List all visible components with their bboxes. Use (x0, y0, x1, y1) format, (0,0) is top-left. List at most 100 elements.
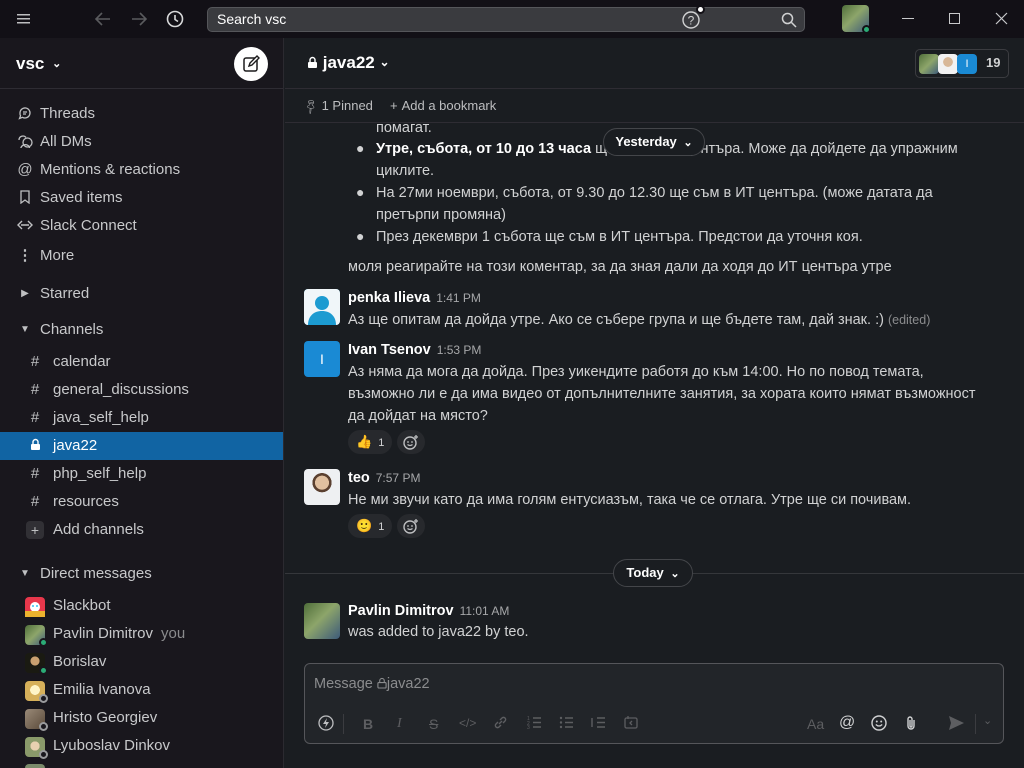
channel-title: java22 (322, 53, 375, 72)
notification-dot (696, 5, 705, 14)
away-status-dot (39, 694, 48, 703)
bookmarks-bar: 📌︎ 1 Pinned + Add a bookmark (285, 89, 1024, 123)
mention-icon[interactable]: @ (839, 714, 855, 732)
sidebar-item-resources[interactable]: # resources (0, 488, 283, 516)
avatar[interactable]: I (304, 341, 340, 377)
workspace-switcher[interactable]: vsc ⌄ (16, 54, 61, 74)
back-arrow-icon[interactable] (94, 9, 112, 34)
message-author[interactable]: penka Ilieva 1:41 PM (348, 290, 481, 306)
sidebar-item-slack-connect[interactable]: Slack Connect (0, 212, 283, 240)
message-author[interactable]: Ivan Tsenov 1:53 PM (348, 342, 481, 358)
message-author[interactable]: Pavlin Dimitrov 11:01 AM (348, 603, 509, 619)
members-button[interactable]: I 19 (915, 49, 1009, 78)
send-icon[interactable] (948, 715, 965, 734)
sidebar-item-more[interactable]: ⋮ More (0, 242, 283, 270)
dm-item-pavlin-dimitrov[interactable]: Pavlin Dimitrov you (0, 620, 283, 648)
bold-icon[interactable]: B (363, 716, 373, 732)
chevron-down-icon: ⌄ (670, 568, 680, 580)
code-block-icon[interactable] (623, 715, 639, 733)
more-icon: ⋮ (17, 247, 33, 264)
minimize-window-icon[interactable] (902, 18, 914, 19)
strikethrough-icon[interactable]: S (429, 716, 438, 732)
message-timestamp[interactable]: 1:41 PM (436, 291, 481, 305)
dm-item-hristo-georgiev[interactable]: Hristo Georgiev (0, 704, 283, 732)
message-author[interactable]: teo 7:57 PM (348, 470, 420, 486)
emoji-icon[interactable] (871, 715, 887, 734)
user-avatar[interactable] (842, 5, 871, 34)
message-input[interactable]: Message java22 (314, 676, 430, 692)
today-date-pill[interactable]: Today ⌄ (613, 559, 693, 587)
avatar[interactable] (304, 469, 340, 505)
yesterday-date-pill[interactable]: Yesterday ⌄ (603, 128, 705, 156)
forward-arrow-icon[interactable] (130, 9, 148, 34)
channels-section-toggle[interactable]: ▼ Channels (0, 316, 283, 344)
caret-down-icon: ▼ (20, 324, 30, 335)
sidebar-item-php-self-help[interactable]: # php_self_help (0, 460, 283, 488)
sidebar-item-general-discussions[interactable]: # general_discussions (0, 376, 283, 404)
sidebar-item-java22[interactable]: java22 (0, 432, 283, 460)
search-icon[interactable] (781, 12, 797, 35)
hash-icon: # (30, 465, 40, 482)
reaction-emoji: 🙂 (356, 518, 373, 533)
add-channels-button[interactable]: + Add channels (0, 516, 283, 544)
placeholder-channel: java22 (386, 676, 430, 692)
message-timestamp[interactable]: 11:01 AM (460, 604, 510, 618)
sidebar-item-java-self-help[interactable]: # java_self_help (0, 404, 283, 432)
bulleted-list-icon[interactable] (559, 715, 574, 733)
message-text: Аз ще опитам да дойда утре. Ако се събер… (348, 309, 1008, 331)
away-status-dot (39, 722, 48, 731)
starred-section-toggle[interactable]: ▶ Starred (0, 280, 283, 308)
date-label: Today (626, 565, 664, 580)
close-window-icon[interactable] (995, 12, 1008, 30)
attachment-icon[interactable] (904, 715, 918, 734)
add-reaction-button[interactable] (397, 514, 425, 538)
history-clock-icon[interactable] (166, 9, 184, 34)
sidebar-item-threads[interactable]: Threads (0, 100, 283, 128)
message-timestamp[interactable]: 7:57 PM (376, 471, 421, 485)
author-name: penka Ilieva (348, 290, 431, 306)
message-composer[interactable]: Message java22 B I S </> 123 Aa @ ⌄ (304, 663, 1004, 744)
pinned-button[interactable]: 📌︎ 1 Pinned (302, 98, 373, 116)
dm-item-lyuboslav-dinkov[interactable]: Lyuboslav Dinkov (0, 732, 283, 760)
toolbar-divider (343, 714, 344, 734)
message-timestamp[interactable]: 1:53 PM (437, 343, 482, 357)
shortcuts-icon[interactable] (318, 715, 334, 734)
send-options-chevron-icon[interactable]: ⌄ (983, 714, 992, 727)
ordered-list-icon[interactable]: 123 (527, 715, 542, 733)
avatar[interactable] (304, 603, 340, 639)
dm-name: Slackbot (53, 597, 111, 614)
hash-icon: # (30, 493, 40, 510)
avatar[interactable] (304, 289, 340, 325)
maximize-window-icon[interactable] (949, 13, 960, 24)
sidebar-item-mentions[interactable]: @ Mentions & reactions (0, 156, 283, 184)
dm-section-toggle[interactable]: ▼ Direct messages (0, 560, 283, 588)
dm-item-slackbot[interactable]: Slackbot (0, 592, 283, 620)
dm-item-borislav[interactable]: Borislav (0, 648, 283, 676)
sidebar-item-saved[interactable]: Saved items (0, 184, 283, 212)
search-bar[interactable]: Search vsc ? (207, 5, 805, 35)
dm-name: Hristo Georgiev (53, 709, 158, 726)
add-reaction-button[interactable] (397, 430, 425, 454)
message-text: Не ми звучи като да има голям ентусиазъм… (348, 492, 912, 508)
bullet-icon: ● (356, 228, 365, 244)
help-icon[interactable]: ? (682, 11, 700, 36)
link-icon[interactable] (493, 715, 508, 733)
hamburger-menu-icon[interactable] (17, 9, 30, 34)
add-bookmark-button[interactable]: + Add a bookmark (390, 98, 496, 113)
section-label: Starred (40, 285, 90, 302)
text-style-icon[interactable]: Aa (807, 716, 824, 732)
sidebar-item-all-dms[interactable]: All DMs (0, 128, 283, 156)
sidebar-item-calendar[interactable]: # calendar (0, 348, 283, 376)
dm-item-emilia-ivanova[interactable]: Emilia Ivanova (0, 676, 283, 704)
channel-title-button[interactable]: java22 ⌄ (307, 53, 390, 73)
sidebar-item-label: All DMs (40, 133, 92, 150)
compose-button[interactable] (234, 47, 268, 81)
code-icon[interactable]: </> (459, 716, 476, 730)
italic-icon[interactable]: I (397, 716, 402, 732)
reaction-slight-smile[interactable]: 🙂 1 (348, 514, 393, 538)
plus-icon: + (390, 98, 398, 113)
indent-icon[interactable] (591, 715, 606, 733)
channel-label: general_discussions (53, 381, 189, 398)
reaction-thumbs-up[interactable]: 👍 1 (348, 430, 393, 454)
author-name: teo (348, 470, 370, 486)
